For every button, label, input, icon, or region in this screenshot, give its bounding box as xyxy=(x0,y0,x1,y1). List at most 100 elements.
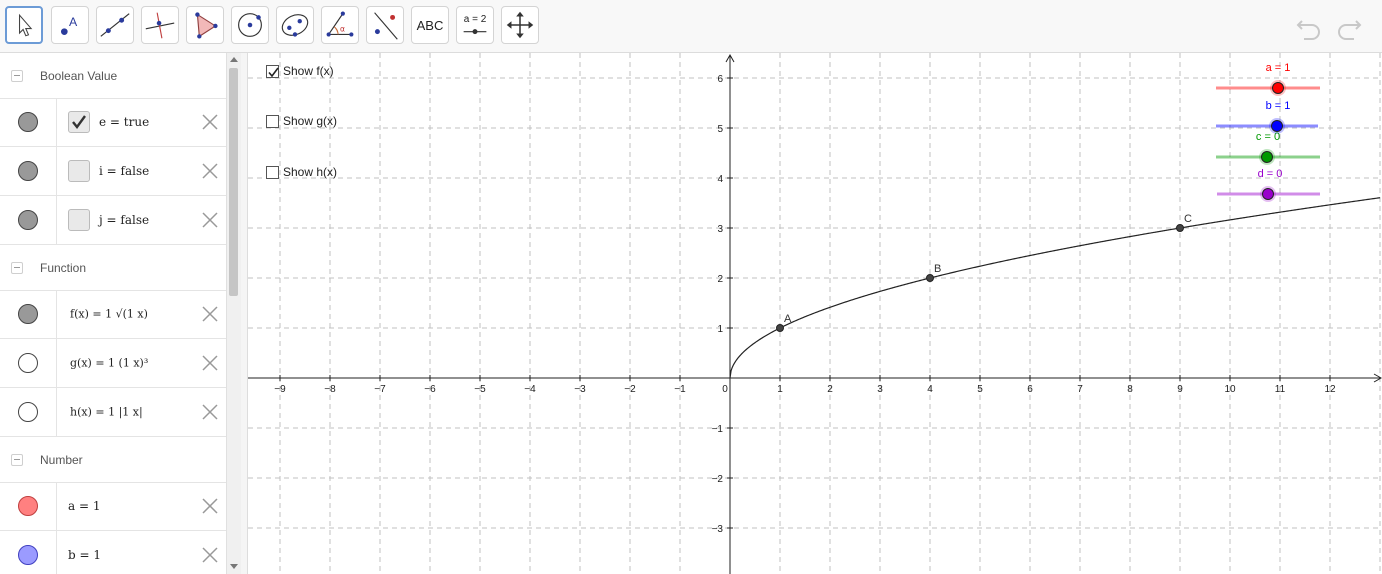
point-A[interactable] xyxy=(776,324,784,332)
slider-knob[interactable] xyxy=(1262,188,1274,200)
x-tick-label: −5 xyxy=(474,384,486,395)
algebra-item-h[interactable]: h(x) = 1 |1 x| xyxy=(0,388,226,437)
algebra-item-g[interactable]: g(x) = 1 (1 x)³ xyxy=(0,339,226,388)
x-tick-label: 1 xyxy=(777,384,783,395)
x-tick-label: 10 xyxy=(1224,384,1236,395)
redo-button[interactable] xyxy=(1334,12,1364,40)
line-tool[interactable] xyxy=(96,6,134,44)
algebra-item-text: e = true xyxy=(99,115,150,129)
perpendicular-line-icon xyxy=(145,12,175,39)
checkbox-show-g[interactable]: Show g(x) xyxy=(266,114,337,128)
perpendicular-tool[interactable] xyxy=(141,6,179,44)
collapse-icon[interactable] xyxy=(11,69,23,82)
algebra-item-j[interactable]: j = false xyxy=(0,196,226,245)
visibility-toggle[interactable] xyxy=(18,304,38,324)
move-tool[interactable] xyxy=(5,6,43,44)
y-tick-label: −3 xyxy=(712,524,724,535)
y-tick-label: 2 xyxy=(717,274,723,285)
visibility-toggle[interactable] xyxy=(18,210,38,230)
x-tick-label: −7 xyxy=(374,384,386,395)
y-tick-label: −2 xyxy=(712,474,724,485)
checkbox-j[interactable] xyxy=(68,209,90,231)
checkbox-box[interactable] xyxy=(266,64,279,78)
slider-knob[interactable] xyxy=(1272,82,1284,94)
undo-icon xyxy=(1296,20,1320,40)
x-tick-label: 2 xyxy=(827,384,833,395)
visibility-toggle[interactable] xyxy=(18,545,38,565)
text-tool[interactable]: ABC xyxy=(411,6,449,44)
move-graphics-view-tool[interactable] xyxy=(501,6,539,44)
text-tool-label: ABC xyxy=(416,17,444,33)
point-label: A xyxy=(784,313,792,325)
slider-knob[interactable] xyxy=(1271,120,1283,132)
delete-icon[interactable] xyxy=(200,353,220,373)
algebra-scrollbar[interactable] xyxy=(226,53,241,574)
slider-c-label: c = 0 xyxy=(1255,131,1281,143)
slider-tool[interactable]: a = 2 xyxy=(456,6,494,44)
slider-knob[interactable] xyxy=(1261,151,1273,163)
delete-icon[interactable] xyxy=(200,402,220,422)
delete-icon[interactable] xyxy=(200,112,220,132)
slider-b-label: b = 1 xyxy=(1265,100,1291,112)
ellipse-tool[interactable] xyxy=(276,6,314,44)
category-title: Function xyxy=(40,260,87,275)
point-C[interactable] xyxy=(1176,224,1184,232)
line-through-points-icon xyxy=(100,13,130,37)
checkbox-box[interactable] xyxy=(266,114,279,128)
x-tick-label: 7 xyxy=(1077,384,1083,395)
graphics-view[interactable]: −9 −8 −7 −6 −5 −4 −3 −2 −1 0 1 2 3 4 5 6 7 8 9 10 11 12 6 5 4 3 2 1… xyxy=(248,53,1382,574)
delete-icon[interactable] xyxy=(200,161,220,181)
delete-icon[interactable] xyxy=(200,496,220,516)
scroll-up-icon[interactable] xyxy=(230,57,238,62)
x-tick-label: −2 xyxy=(624,384,636,395)
algebra-item-f[interactable]: f(x) = 1 √(1 x) xyxy=(0,290,226,339)
delete-icon[interactable] xyxy=(200,210,220,230)
x-tick-label: −3 xyxy=(574,384,586,395)
circle-center-tool[interactable] xyxy=(231,6,269,44)
redo-icon xyxy=(1338,20,1362,40)
visibility-toggle[interactable] xyxy=(18,112,38,132)
visibility-toggle[interactable] xyxy=(18,353,38,373)
x-tick-label: −9 xyxy=(274,384,286,395)
undo-button[interactable] xyxy=(1294,12,1324,40)
scroll-down-icon[interactable] xyxy=(230,564,238,569)
reflect-tool[interactable] xyxy=(366,6,404,44)
function-f-curve[interactable] xyxy=(729,197,1381,379)
angle-tool[interactable]: α xyxy=(321,6,359,44)
category-boolean-value[interactable]: Boolean Value xyxy=(0,53,226,99)
svg-text:α: α xyxy=(340,25,345,34)
collapse-icon[interactable] xyxy=(11,453,23,466)
visibility-toggle[interactable] xyxy=(18,402,38,422)
visibility-toggle[interactable] xyxy=(18,496,38,516)
checkbox-show-f[interactable]: Show f(x) xyxy=(266,64,334,78)
x-tick-label: −6 xyxy=(424,384,436,395)
delete-icon[interactable] xyxy=(200,304,220,324)
checkbox-box[interactable] xyxy=(266,165,279,179)
y-tick-label: 1 xyxy=(717,324,723,335)
panel-divider[interactable] xyxy=(241,53,248,574)
polygon-tool[interactable] xyxy=(186,6,224,44)
x-tick-label: 4 xyxy=(927,384,933,395)
point-B[interactable] xyxy=(926,274,934,282)
checkbox-label: Show h(x) xyxy=(283,165,338,179)
graphics-canvas[interactable]: −9 −8 −7 −6 −5 −4 −3 −2 −1 0 1 2 3 4 5 6 7 8 9 10 11 12654321… xyxy=(248,53,1382,574)
scrollbar-thumb[interactable] xyxy=(229,68,238,296)
algebra-item-text: i = false xyxy=(99,164,150,178)
algebra-item-i[interactable]: i = false xyxy=(0,147,226,196)
x-tick-label: 0 xyxy=(722,384,728,395)
algebra-item-a[interactable]: a = 1 xyxy=(0,482,226,531)
collapse-icon[interactable] xyxy=(11,261,23,274)
x-tick-label: 8 xyxy=(1127,384,1133,395)
delete-icon[interactable] xyxy=(200,545,220,565)
visibility-toggle[interactable] xyxy=(18,161,38,181)
algebra-item-e[interactable]: e = true xyxy=(0,98,226,147)
category-title: Boolean Value xyxy=(40,68,118,83)
category-function[interactable]: Function xyxy=(0,245,226,291)
checkbox-e[interactable] xyxy=(68,111,90,133)
point-tool[interactable]: A xyxy=(51,6,89,44)
category-number[interactable]: Number xyxy=(0,437,226,483)
checkbox-show-h[interactable]: Show h(x) xyxy=(266,165,337,179)
checkbox-i[interactable] xyxy=(68,160,90,182)
algebra-item-b[interactable]: b = 1 xyxy=(0,531,226,574)
algebra-item-text: f(x) = 1 √(1 x) xyxy=(70,307,148,321)
